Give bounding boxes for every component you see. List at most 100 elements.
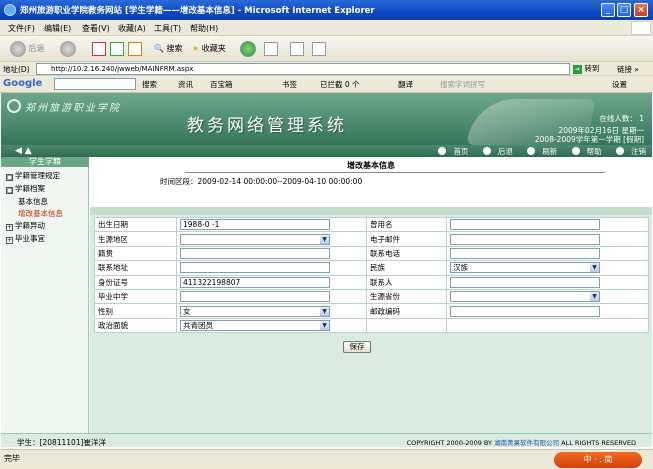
form-row: 毕业中学 生源省份 ▼ (94, 288, 649, 305)
menu-edit[interactable]: 编辑(E) (44, 23, 71, 34)
refresh-button[interactable] (110, 40, 124, 58)
history-button[interactable] (240, 40, 256, 58)
text-field[interactable] (450, 276, 600, 288)
home-icon (438, 147, 447, 155)
form-panel: 出生日期 1988-0 -1 曾用名 生源地区 ▼ 电子邮件 籍贯 联系电话 联系地址 民族 汉族 ▼… (90, 207, 652, 437)
google-search-input[interactable] (54, 78, 136, 90)
print-icon (290, 41, 304, 56)
chevron-down-icon[interactable]: ▼ (320, 306, 329, 316)
text-field[interactable]: 411322198807 (180, 276, 330, 288)
chevron-down-icon[interactable]: ▼ (320, 320, 329, 330)
ime-indicator[interactable]: 中 · : 简 (554, 452, 642, 468)
go-button[interactable]: ➜ 转到 (573, 63, 599, 74)
menu-favorites[interactable]: 收藏(A) (118, 23, 146, 34)
select-field[interactable]: 女 ▼ (180, 305, 330, 317)
company-link[interactable]: 湖南青果软件有限公司 (494, 439, 559, 447)
collapse-arrows[interactable]: ◀ ▲ (15, 146, 75, 156)
favorites-button[interactable]: ★ 收藏夹 (192, 40, 226, 58)
minimize-button[interactable]: _ (601, 3, 615, 17)
maximize-button[interactable]: □ (617, 3, 631, 17)
text-field[interactable] (180, 247, 330, 259)
links-button[interactable]: 链接 » (617, 64, 639, 75)
close-button[interactable]: × (634, 3, 648, 17)
select-field-value: 共青团员 (183, 320, 213, 330)
back-button[interactable]: 后退 (10, 40, 45, 58)
field-value-cell (446, 274, 649, 290)
mail-button[interactable] (264, 40, 278, 58)
sidebar-item-archive[interactable]: □ 学籍档案 (6, 183, 45, 194)
field-value-cell: 汉族 ▼ (446, 260, 649, 276)
google-search-button[interactable]: 搜索 (142, 79, 157, 90)
select-field[interactable]: 共青团员 ▼ (180, 319, 330, 331)
form-row: 出生日期 1988-0 -1 曾用名 (94, 216, 649, 233)
google-settings-button[interactable]: 设置 (612, 79, 627, 90)
google-spellcheck-button[interactable]: 搜索字词拼写 (440, 79, 485, 90)
text-field[interactable] (180, 291, 330, 303)
field-value-cell (446, 231, 649, 247)
print-button[interactable] (290, 40, 304, 58)
menu-bar: 文件(F) 编辑(E) 查看(V) 收藏(A) 工具(T) 帮助(H) (0, 20, 653, 36)
google-toolbox-button[interactable]: 百宝箱 (210, 79, 233, 90)
search-button[interactable]: 🔍 搜索 (154, 40, 183, 58)
chevron-down-icon[interactable]: ▼ (320, 234, 329, 244)
address-input[interactable]: http://10.2.16.240/jwweb/MAINFRM.aspx (36, 63, 570, 75)
nav-logout-link[interactable]: 注销 (610, 147, 646, 156)
save-button[interactable]: 保存 (343, 341, 371, 353)
sidebar-item-rules[interactable]: □ 学籍管理规定 (6, 170, 60, 181)
nav-help-link[interactable]: 帮助 (566, 147, 602, 156)
text-field[interactable] (180, 262, 330, 274)
field-label: 联系人 (366, 274, 447, 290)
menu-file[interactable]: 文件(F) (8, 23, 35, 34)
star-icon: ★ (192, 44, 200, 53)
sidebar-item-graduation[interactable]: + 毕业事宜 (6, 233, 45, 244)
chevron-down-icon[interactable]: ▼ (590, 263, 599, 273)
go-arrow-icon: ➜ (573, 65, 582, 74)
stop-button[interactable] (92, 40, 106, 58)
mail-icon (264, 41, 278, 56)
nav-links: 首页 后退 刷新 帮助 注销 (426, 146, 646, 157)
sidebar-item-changes[interactable]: + 学籍异动 (6, 220, 45, 231)
sidebar-item-basic-info[interactable]: 基本信息 (18, 196, 48, 207)
menu-view[interactable]: 查看(V) (82, 23, 110, 34)
basic-info-form: 出生日期 1988-0 -1 曾用名 生源地区 ▼ 电子邮件 籍贯 联系电话 联系地址 民族 汉族 ▼… (94, 216, 649, 334)
google-bookmarks-button[interactable]: 书签 (282, 79, 297, 90)
form-row: 政治面貌 共青团员 ▼ (94, 317, 649, 334)
text-field[interactable] (450, 247, 600, 259)
chevron-down-icon[interactable]: ▼ (590, 292, 599, 302)
select-field[interactable]: ▼ (450, 291, 600, 303)
back-icon (482, 147, 491, 155)
text-field[interactable] (450, 305, 600, 317)
google-news-button[interactable]: 资讯 (178, 79, 193, 90)
text-field[interactable] (450, 219, 600, 231)
nav-back-link[interactable]: 后退 (477, 147, 513, 156)
google-popup-blocker[interactable]: 已拦截 0 个 (320, 79, 360, 90)
search-icon: 🔍 (154, 44, 164, 53)
window-title-bar: 郑州旅游职业学院教务网站 [学生学籍——增改基本信息] - Microsoft … (0, 0, 653, 20)
nav-refresh-link[interactable]: 刷新 (521, 147, 557, 156)
nav-home-link[interactable]: 首页 (432, 147, 468, 156)
google-translate-button[interactable]: 翻译 (398, 79, 413, 90)
sidebar: 学生学籍 □ 学籍管理规定 □ 学籍档案 基本信息 增改基本信息 + 学籍异动 + 毕业… (1, 157, 89, 433)
menu-tools[interactable]: 工具(T) (154, 23, 181, 34)
forward-button[interactable] (60, 40, 76, 58)
menu-help[interactable]: 帮助(H) (190, 23, 218, 34)
edit-button[interactable] (312, 40, 326, 58)
field-value-cell (446, 303, 649, 319)
field-label: 邮政编码 (366, 303, 447, 319)
field-value-cell (446, 216, 649, 233)
expand-icon: + (6, 237, 13, 244)
text-field[interactable]: 1988-0 -1 (180, 219, 330, 231)
form-row: 生源地区 ▼ 电子邮件 (94, 231, 649, 247)
sidebar-item-edit-basic-info[interactable]: 增改基本信息 (18, 208, 63, 219)
select-field[interactable]: 汉族 ▼ (450, 262, 600, 274)
expand-icon: + (6, 224, 13, 231)
google-logo: Google (3, 78, 43, 89)
text-field[interactable] (450, 233, 600, 245)
field-value-cell (446, 317, 649, 334)
refresh-icon (110, 41, 124, 56)
select-field[interactable]: ▼ (180, 233, 330, 245)
field-label (366, 317, 447, 334)
home-button[interactable] (128, 40, 142, 58)
back-arrow-icon (10, 40, 26, 57)
online-count: 在线人数： 1 (599, 114, 644, 123)
